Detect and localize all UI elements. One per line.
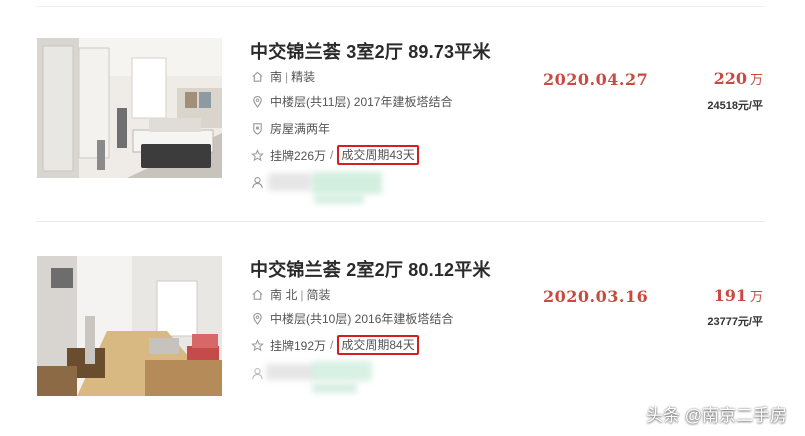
listing-price-row: 挂牌192万 / 成交周期84天 [250, 335, 419, 355]
redacted-agent-badge [312, 361, 372, 381]
tag-text: 房屋满两年 [270, 122, 331, 136]
redacted-agent-line [314, 194, 364, 204]
separator: / [330, 148, 334, 162]
decoration: 简装 [306, 288, 331, 302]
listing-price: 挂牌226万 [270, 148, 327, 163]
home-icon [250, 288, 264, 302]
unit-price-value: 23777元/平 [707, 316, 763, 328]
agent-info[interactable] [250, 170, 400, 206]
orientation-row: 南 | 精装 [250, 68, 315, 85]
deal-cycle: 成交周期84天 [337, 335, 419, 355]
listing-title[interactable]: 中交锦兰荟 2室2厅 80.12平米 [250, 256, 491, 282]
price-value: 191 [713, 286, 747, 305]
unit-price-value: 24518元/平 [707, 100, 763, 112]
star-icon [250, 148, 264, 162]
watermark: 头条 @南京二手房 [646, 406, 787, 425]
tag-row: 房屋满两年 [250, 120, 330, 137]
home-icon [250, 70, 264, 84]
listing-card[interactable]: 中交锦兰荟 3室2厅 89.73平米 南 | 精装 中楼层(共11层) 2017… [0, 0, 805, 222]
orientation: 南 [270, 70, 283, 84]
deal-cycle: 成交周期43天 [337, 145, 419, 165]
location-icon [250, 312, 264, 326]
deal-price: 191 万 [714, 286, 763, 305]
redacted-agent-name [268, 173, 312, 191]
orientation-row: 南 北 | 简装 [250, 286, 330, 303]
redacted-agent-line [312, 383, 357, 393]
redacted-agent-badge [312, 172, 382, 194]
listing-photo[interactable] [37, 256, 222, 396]
listing-title[interactable]: 中交锦兰荟 3室2厅 89.73平米 [250, 38, 491, 64]
deal-price: 220 万 [714, 69, 763, 88]
location-icon [250, 95, 264, 109]
listing-photo[interactable] [37, 38, 222, 178]
unit-price: 24518元/平 [707, 97, 763, 113]
user-icon [250, 366, 264, 380]
price-unit: 万 [749, 290, 763, 305]
floor-info: 中楼层(共11层) 2017年建板塔结合 [270, 95, 453, 109]
redacted-agent-name [266, 364, 314, 380]
orientation: 南 北 [270, 288, 298, 302]
user-icon [250, 175, 264, 189]
deal-date: 2020.03.16 [543, 287, 649, 306]
unit-price: 23777元/平 [707, 313, 763, 329]
listing-card[interactable]: 中交锦兰荟 2室2厅 80.12平米 南 北 | 简装 中楼层(共10层) 20… [0, 218, 805, 418]
star-icon [250, 338, 264, 352]
listing-price: 挂牌192万 [270, 338, 327, 353]
separator: / [330, 338, 334, 352]
shield-icon [250, 122, 264, 136]
floor-row: 中楼层(共11层) 2017年建板塔结合 [250, 93, 452, 110]
floor-info: 中楼层(共10层) 2016年建板塔结合 [270, 312, 454, 326]
separator: | [285, 69, 289, 84]
price-unit: 万 [749, 73, 763, 88]
agent-info[interactable] [250, 361, 400, 397]
floor-row: 中楼层(共10层) 2016年建板塔结合 [250, 310, 453, 327]
price-value: 220 [713, 69, 747, 88]
separator: | [300, 287, 304, 302]
listing-price-row: 挂牌226万 / 成交周期43天 [250, 145, 419, 165]
deal-date: 2020.04.27 [543, 70, 649, 89]
decoration: 精装 [291, 70, 316, 84]
